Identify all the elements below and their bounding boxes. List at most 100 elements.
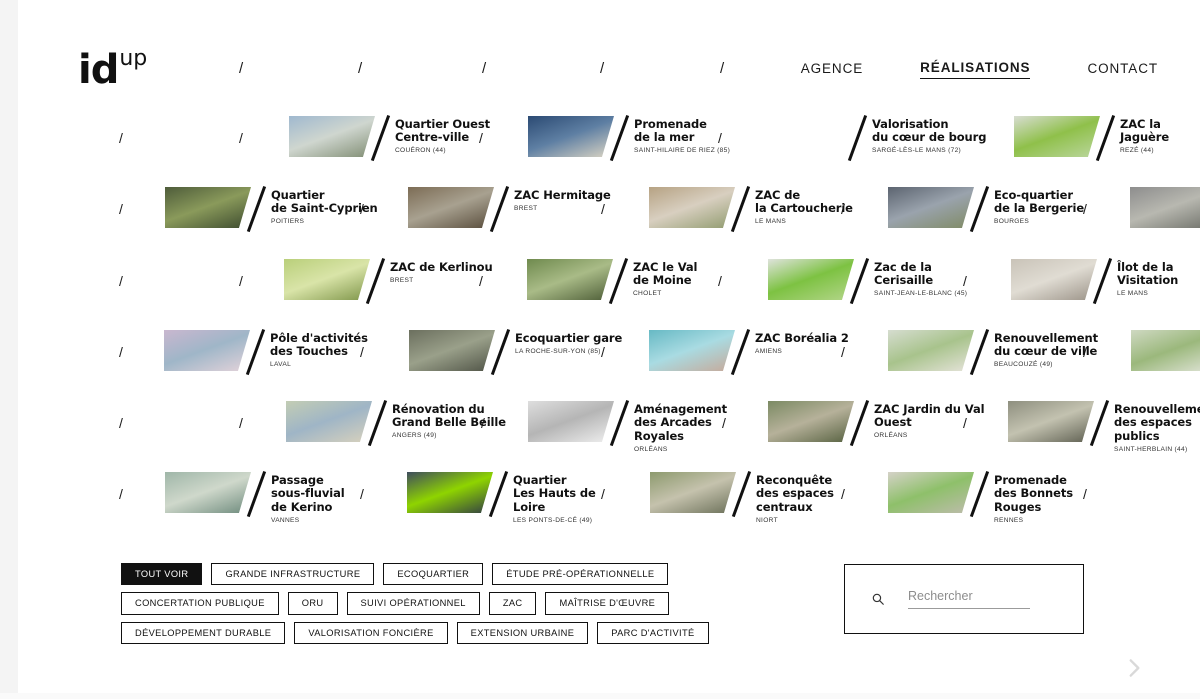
- project-thumbnail[interactable]: [1131, 330, 1200, 371]
- project-card[interactable]: Quartier de Saint-Cyprien POITIERS: [165, 187, 378, 231]
- project-thumbnail[interactable]: [888, 330, 974, 371]
- project-location: LAVAL: [270, 361, 292, 369]
- project-card[interactable]: Reconquête des espaces centraux NIORT: [650, 472, 834, 524]
- card-slash-accent: [970, 187, 992, 231]
- project-text: ZAC le Val de Moine CHOLET: [633, 259, 698, 297]
- aerial-river-photo: [165, 472, 251, 513]
- project-thumbnail[interactable]: [408, 187, 494, 228]
- project-thumbnail[interactable]: [768, 259, 854, 300]
- project-text: Zac de la Cerisaille SAINT-JEAN-LE-BLANC (…: [874, 259, 967, 297]
- card-slash-accent: [970, 330, 992, 374]
- project-thumbnail[interactable]: [527, 259, 613, 300]
- project-card[interactable]: Quartier Ouest Centre-ville COUÉRON (44): [289, 116, 490, 160]
- slash-separator: /: [239, 273, 243, 289]
- project-card[interactable]: ZAC Jardin du Val Ouest ORLÉANS: [768, 401, 985, 445]
- project-thumbnail[interactable]: [164, 330, 250, 371]
- project-thumbnail[interactable]: [165, 472, 251, 513]
- next-page-button[interactable]: [1121, 655, 1147, 681]
- filter-tag[interactable]: SUIVI OPÉRATIONNEL: [346, 592, 480, 615]
- project-thumbnail[interactable]: [649, 330, 735, 371]
- project-card[interactable]: ZAC la Jaguère REZÉ (44): [1014, 116, 1200, 160]
- project-card[interactable]: Rénovation du Grand Belle Beille ANGERS (4…: [286, 401, 506, 445]
- project-thumbnail[interactable]: [284, 259, 370, 300]
- project-card[interactable]: Pôle d'activités des Touches LAVAL: [164, 330, 368, 374]
- card-slash-accent: [1093, 259, 1115, 303]
- project-card[interactable]: Eco-quartier de la Bergerie BOURGES: [888, 187, 1084, 231]
- filter-tag[interactable]: ÉTUDE PRÉ-OPÉRATIONNELLE: [492, 563, 669, 586]
- card-slash-accent: [610, 401, 632, 445]
- project-title: Promenade des Bonnets Rouges: [994, 473, 1073, 514]
- project-thumbnail[interactable]: [888, 472, 974, 513]
- project-title: ZAC de Kerlinou: [390, 260, 493, 274]
- nav-item-agence[interactable]: AGENCE: [801, 61, 863, 79]
- project-thumbnail[interactable]: [528, 401, 614, 442]
- filter-tag[interactable]: EXTENSION URBAINE: [456, 621, 589, 644]
- slash-separator: /: [718, 273, 722, 289]
- project-title: ZAC de la Cartoucherie: [755, 188, 853, 216]
- project-card[interactable]: Promenade des Bonnets Rouges RENNES: [888, 472, 1073, 524]
- project-title: Quartier de Saint-Cyprien: [271, 188, 378, 216]
- filter-tag[interactable]: CONCERTATION PUBLIQUE: [121, 592, 279, 615]
- project-card[interactable]: Zac de la Cerisaille SAINT-JEAN-LE-BLANC (…: [768, 259, 967, 303]
- project-thumbnail[interactable]: [768, 401, 854, 442]
- project-thumbnail[interactable]: [1008, 401, 1094, 442]
- project-thumbnail[interactable]: [766, 116, 852, 157]
- filter-tag[interactable]: MAÎTRISE D'ŒUVRE: [545, 592, 670, 615]
- project-text: Renouvellement du cœur de ville BEAUCOUZÉ …: [994, 330, 1098, 368]
- search-box[interactable]: [844, 564, 1084, 634]
- project-card[interactable]: Projet urbain: [1131, 330, 1200, 374]
- nav-item-ralisations[interactable]: RÉALISATIONS: [920, 60, 1031, 79]
- project-text: Promenade de la mer SAINT-HILAIRE DE RIEZ …: [634, 116, 730, 154]
- project-location: SAINT-JEAN-LE-BLANC (45): [874, 290, 968, 298]
- project-card[interactable]: Valorisation du cœur de bourg SARGÉ-LÈS-LE…: [766, 116, 986, 160]
- project-thumbnail[interactable]: [528, 116, 614, 157]
- filter-tag[interactable]: PARC D'ACTIVITÉ: [597, 621, 709, 644]
- project-card[interactable]: Promenade de la mer SAINT-HILAIRE DE RIEZ …: [528, 116, 730, 160]
- project-card[interactable]: ZAC de la Cartoucherie LE MANS: [649, 187, 853, 231]
- project-thumbnail[interactable]: [888, 187, 974, 228]
- slash-separator: /: [119, 415, 123, 431]
- project-card[interactable]: ZAC le Val de Moine CHOLET: [527, 259, 698, 303]
- header-slash-decorations: / / / / /: [0, 60, 800, 84]
- project-card[interactable]: Îlot de la Visitation LE MANS: [1011, 259, 1178, 303]
- filter-tag-list: TOUT VOIR GRANDE INFRASTRUCTURE ECOQUARTIE…: [121, 563, 821, 644]
- project-thumbnail[interactable]: [165, 187, 251, 228]
- project-card[interactable]: Passage sous-fluvial de Kerino VANNES: [165, 472, 345, 524]
- project-card[interactable]: Renouvellement du cœur de ville BEAUCOUZÉ …: [888, 330, 1098, 374]
- project-card[interactable]: ZAC Boréalia 2 AMIENS: [649, 330, 849, 374]
- project-card[interactable]: ZAC de Kerlinou BREST: [284, 259, 493, 303]
- card-slash-accent: [246, 330, 268, 374]
- slash-separator: /: [360, 486, 364, 502]
- page-bottom-edge-strip: [0, 693, 1200, 699]
- slash-separator: /: [239, 130, 243, 146]
- project-location: ANGERS (49): [392, 432, 437, 440]
- project-card[interactable]: ZAC Hermitage BREST: [408, 187, 611, 231]
- project-card[interactable]: Quartier Les Hauts de Loire LES PONTS-DE-CÉ…: [407, 472, 596, 524]
- project-location: BOURGES: [994, 218, 1030, 226]
- project-thumbnail[interactable]: [409, 330, 495, 371]
- filter-tag[interactable]: VALORISATION FONCIÈRE: [294, 621, 448, 644]
- project-thumbnail[interactable]: [1011, 259, 1097, 300]
- project-card[interactable]: Renouvellementdes espacespublics SAINT-HE…: [1008, 401, 1200, 453]
- nav-item-contact[interactable]: CONTACT: [1087, 61, 1158, 79]
- project-thumbnail[interactable]: [289, 116, 375, 157]
- project-location: RENNES: [994, 516, 1024, 524]
- project-card[interactable]: Quartier logements: [1130, 187, 1200, 231]
- filter-tag[interactable]: ORU: [287, 592, 338, 615]
- project-location: ORLÉANS: [874, 432, 908, 440]
- project-thumbnail[interactable]: [1130, 187, 1200, 228]
- project-thumbnail[interactable]: [1014, 116, 1100, 157]
- project-thumbnail[interactable]: [286, 401, 372, 442]
- project-thumbnail[interactable]: [649, 187, 735, 228]
- filter-tag[interactable]: GRANDE INFRASTRUCTURE: [211, 563, 375, 586]
- filter-tag[interactable]: ZAC: [488, 592, 537, 615]
- project-text: Quartier de Saint-Cyprien POITIERS: [271, 187, 378, 225]
- filter-tag[interactable]: TOUT VOIR: [121, 563, 203, 586]
- filter-tag[interactable]: ECOQUARTIER: [383, 563, 484, 586]
- filter-tag[interactable]: DÉVELOPPEMENT DURABLE: [121, 621, 286, 644]
- search-input[interactable]: [908, 589, 1030, 609]
- project-card[interactable]: Ecoquartier gare LA ROCHE-SUR-YON (85): [409, 330, 622, 374]
- project-thumbnail[interactable]: [650, 472, 736, 513]
- project-card[interactable]: Aménagement des Arcades Royales ORLÉANS: [528, 401, 727, 453]
- project-thumbnail[interactable]: [407, 472, 493, 513]
